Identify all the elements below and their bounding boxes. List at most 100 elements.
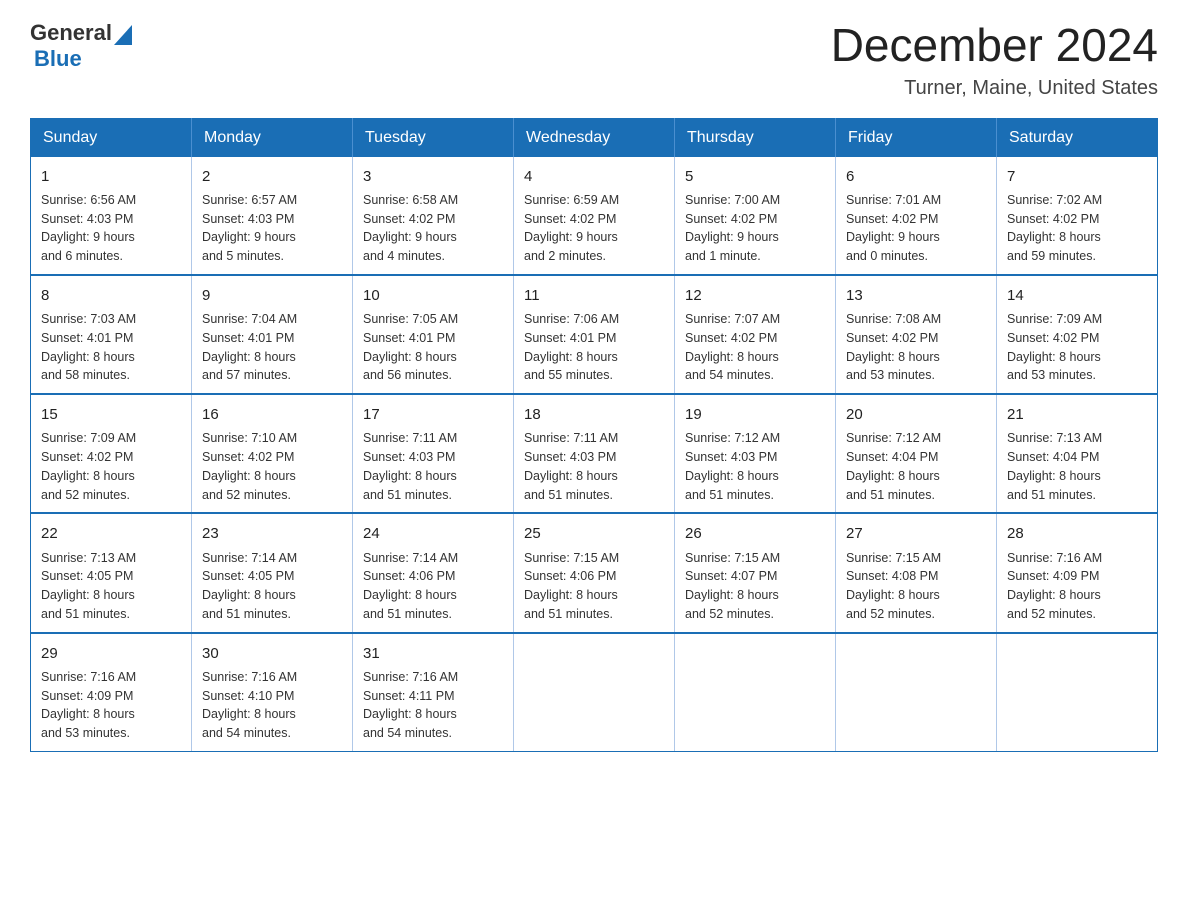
calendar-day-cell: 10 Sunrise: 7:05 AM Sunset: 4:01 PM Dayli… bbox=[353, 275, 514, 394]
day-info: Sunrise: 7:14 AM Sunset: 4:06 PM Dayligh… bbox=[363, 549, 503, 624]
day-info: Sunrise: 7:16 AM Sunset: 4:10 PM Dayligh… bbox=[202, 668, 342, 743]
day-number: 24 bbox=[363, 522, 503, 545]
calendar-day-cell: 2Sunrise: 6:57 AM Sunset: 4:03 PM Daylig… bbox=[192, 157, 353, 275]
calendar-day-cell: 30 Sunrise: 7:16 AM Sunset: 4:10 PM Dayli… bbox=[192, 633, 353, 752]
calendar-day-cell: 20Sunrise: 7:12 AM Sunset: 4:04 PM Dayli… bbox=[836, 394, 997, 513]
location: Turner, Maine, United States bbox=[831, 77, 1158, 100]
day-number: 6 bbox=[846, 165, 986, 188]
calendar-day-cell: 4 Sunrise: 6:59 AM Sunset: 4:02 PM Daylig… bbox=[514, 157, 675, 275]
day-info: Sunrise: 7:04 AM Sunset: 4:01 PM Dayligh… bbox=[202, 310, 342, 385]
calendar-day-cell: 18 Sunrise: 7:11 AM Sunset: 4:03 PM Dayli… bbox=[514, 394, 675, 513]
day-number: 13 bbox=[846, 284, 986, 307]
logo-icon bbox=[112, 25, 132, 44]
weekday-header-sunday: Sunday bbox=[31, 118, 192, 157]
day-number: 10 bbox=[363, 284, 503, 307]
day-info: Sunrise: 6:56 AM Sunset: 4:03 PM Dayligh… bbox=[41, 191, 181, 266]
day-number: 5 bbox=[685, 165, 825, 188]
day-info: Sunrise: 6:59 AM Sunset: 4:02 PM Dayligh… bbox=[524, 191, 664, 266]
title-section: December 2024 Turner, Maine, United Stat… bbox=[831, 20, 1158, 100]
calendar-day-cell: 25 Sunrise: 7:15 AM Sunset: 4:06 PM Dayli… bbox=[514, 513, 675, 632]
day-number: 12 bbox=[685, 284, 825, 307]
calendar-day-cell: 24 Sunrise: 7:14 AM Sunset: 4:06 PM Dayli… bbox=[353, 513, 514, 632]
calendar-day-cell: 16Sunrise: 7:10 AM Sunset: 4:02 PM Dayli… bbox=[192, 394, 353, 513]
calendar-day-cell: 27 Sunrise: 7:15 AM Sunset: 4:08 PM Dayli… bbox=[836, 513, 997, 632]
weekday-header-tuesday: Tuesday bbox=[353, 118, 514, 157]
calendar-day-cell: 17Sunrise: 7:11 AM Sunset: 4:03 PM Dayli… bbox=[353, 394, 514, 513]
calendar-week-row: 1 Sunrise: 6:56 AM Sunset: 4:03 PM Daylig… bbox=[31, 157, 1158, 275]
weekday-header-friday: Friday bbox=[836, 118, 997, 157]
day-number: 23 bbox=[202, 522, 342, 545]
day-number: 15 bbox=[41, 403, 181, 426]
day-number: 25 bbox=[524, 522, 664, 545]
calendar-day-cell: 23 Sunrise: 7:14 AM Sunset: 4:05 PM Dayli… bbox=[192, 513, 353, 632]
day-info: Sunrise: 7:05 AM Sunset: 4:01 PM Dayligh… bbox=[363, 310, 503, 385]
day-info: Sunrise: 7:02 AM Sunset: 4:02 PM Dayligh… bbox=[1007, 191, 1147, 266]
calendar-table: SundayMondayTuesdayWednesdayThursdayFrid… bbox=[30, 118, 1158, 752]
calendar-day-cell: 9 Sunrise: 7:04 AM Sunset: 4:01 PM Daylig… bbox=[192, 275, 353, 394]
calendar-day-cell: 22 Sunrise: 7:13 AM Sunset: 4:05 PM Dayli… bbox=[31, 513, 192, 632]
weekday-header-wednesday: Wednesday bbox=[514, 118, 675, 157]
day-info: Sunrise: 7:15 AM Sunset: 4:07 PM Dayligh… bbox=[685, 549, 825, 624]
day-number: 27 bbox=[846, 522, 986, 545]
day-info: Sunrise: 7:13 AM Sunset: 4:05 PM Dayligh… bbox=[41, 549, 181, 624]
day-info: Sunrise: 7:14 AM Sunset: 4:05 PM Dayligh… bbox=[202, 549, 342, 624]
day-info: Sunrise: 7:15 AM Sunset: 4:08 PM Dayligh… bbox=[846, 549, 986, 624]
calendar-day-cell: 15Sunrise: 7:09 AM Sunset: 4:02 PM Dayli… bbox=[31, 394, 192, 513]
day-number: 14 bbox=[1007, 284, 1147, 307]
calendar-week-row: 29 Sunrise: 7:16 AM Sunset: 4:09 PM Dayli… bbox=[31, 633, 1158, 752]
day-number: 4 bbox=[524, 165, 664, 188]
calendar-day-cell: 21 Sunrise: 7:13 AM Sunset: 4:04 PM Dayli… bbox=[997, 394, 1158, 513]
day-info: Sunrise: 7:07 AM Sunset: 4:02 PM Dayligh… bbox=[685, 310, 825, 385]
weekday-header-thursday: Thursday bbox=[675, 118, 836, 157]
weekday-header-row: SundayMondayTuesdayWednesdayThursdayFrid… bbox=[31, 118, 1158, 157]
calendar-day-cell bbox=[997, 633, 1158, 752]
logo-top: General bbox=[30, 20, 132, 46]
calendar-week-row: 8Sunrise: 7:03 AM Sunset: 4:01 PM Daylig… bbox=[31, 275, 1158, 394]
calendar-week-row: 22 Sunrise: 7:13 AM Sunset: 4:05 PM Dayli… bbox=[31, 513, 1158, 632]
day-number: 8 bbox=[41, 284, 181, 307]
day-info: Sunrise: 7:08 AM Sunset: 4:02 PM Dayligh… bbox=[846, 310, 986, 385]
calendar-day-cell: 6Sunrise: 7:01 AM Sunset: 4:02 PM Daylig… bbox=[836, 157, 997, 275]
day-number: 2 bbox=[202, 165, 342, 188]
day-info: Sunrise: 7:09 AM Sunset: 4:02 PM Dayligh… bbox=[1007, 310, 1147, 385]
calendar-day-cell: 3 Sunrise: 6:58 AM Sunset: 4:02 PM Daylig… bbox=[353, 157, 514, 275]
logo: General Blue bbox=[30, 20, 132, 72]
calendar-day-cell bbox=[514, 633, 675, 752]
day-number: 22 bbox=[41, 522, 181, 545]
calendar-day-cell: 19Sunrise: 7:12 AM Sunset: 4:03 PM Dayli… bbox=[675, 394, 836, 513]
calendar-day-cell bbox=[836, 633, 997, 752]
day-info: Sunrise: 7:13 AM Sunset: 4:04 PM Dayligh… bbox=[1007, 429, 1147, 504]
day-number: 1 bbox=[41, 165, 181, 188]
calendar-day-cell: 26 Sunrise: 7:15 AM Sunset: 4:07 PM Dayli… bbox=[675, 513, 836, 632]
day-number: 3 bbox=[363, 165, 503, 188]
weekday-header-monday: Monday bbox=[192, 118, 353, 157]
month-title: December 2024 bbox=[831, 20, 1158, 71]
calendar-day-cell: 31Sunrise: 7:16 AM Sunset: 4:11 PM Dayli… bbox=[353, 633, 514, 752]
calendar-week-row: 15Sunrise: 7:09 AM Sunset: 4:02 PM Dayli… bbox=[31, 394, 1158, 513]
day-number: 30 bbox=[202, 642, 342, 665]
calendar-day-cell: 12 Sunrise: 7:07 AM Sunset: 4:02 PM Dayli… bbox=[675, 275, 836, 394]
calendar-day-cell: 8Sunrise: 7:03 AM Sunset: 4:01 PM Daylig… bbox=[31, 275, 192, 394]
day-info: Sunrise: 7:11 AM Sunset: 4:03 PM Dayligh… bbox=[524, 429, 664, 504]
logo-general-text: General bbox=[30, 20, 112, 46]
day-number: 28 bbox=[1007, 522, 1147, 545]
logo-blue-text: Blue bbox=[34, 46, 82, 72]
calendar-day-cell: 1 Sunrise: 6:56 AM Sunset: 4:03 PM Daylig… bbox=[31, 157, 192, 275]
day-info: Sunrise: 7:00 AM Sunset: 4:02 PM Dayligh… bbox=[685, 191, 825, 266]
calendar-day-cell: 28Sunrise: 7:16 AM Sunset: 4:09 PM Dayli… bbox=[997, 513, 1158, 632]
day-number: 17 bbox=[363, 403, 503, 426]
calendar-day-cell: 13 Sunrise: 7:08 AM Sunset: 4:02 PM Dayli… bbox=[836, 275, 997, 394]
calendar-day-cell: 29 Sunrise: 7:16 AM Sunset: 4:09 PM Dayli… bbox=[31, 633, 192, 752]
day-info: Sunrise: 7:15 AM Sunset: 4:06 PM Dayligh… bbox=[524, 549, 664, 624]
day-number: 11 bbox=[524, 284, 664, 307]
day-number: 18 bbox=[524, 403, 664, 426]
day-info: Sunrise: 6:58 AM Sunset: 4:02 PM Dayligh… bbox=[363, 191, 503, 266]
day-number: 29 bbox=[41, 642, 181, 665]
day-info: Sunrise: 7:06 AM Sunset: 4:01 PM Dayligh… bbox=[524, 310, 664, 385]
day-info: Sunrise: 7:12 AM Sunset: 4:04 PM Dayligh… bbox=[846, 429, 986, 504]
day-number: 9 bbox=[202, 284, 342, 307]
day-number: 21 bbox=[1007, 403, 1147, 426]
day-info: Sunrise: 7:16 AM Sunset: 4:09 PM Dayligh… bbox=[41, 668, 181, 743]
day-number: 26 bbox=[685, 522, 825, 545]
day-info: Sunrise: 7:16 AM Sunset: 4:11 PM Dayligh… bbox=[363, 668, 503, 743]
